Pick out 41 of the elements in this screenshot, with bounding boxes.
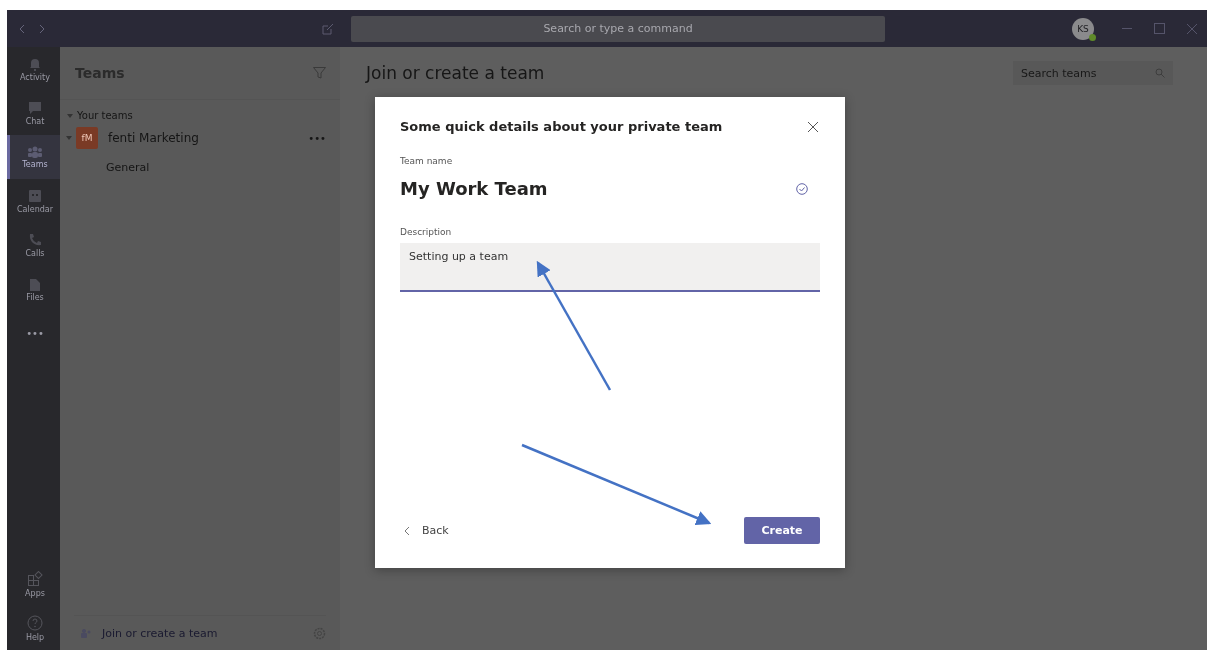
rail-item[interactable]: Calls xyxy=(7,223,60,267)
maximize-icon[interactable] xyxy=(1154,23,1165,34)
page-title: Join or create a team xyxy=(366,63,545,83)
field-label: Team name xyxy=(400,156,454,166)
rail-item[interactable]: Apps xyxy=(7,562,60,606)
apps-icon xyxy=(27,570,43,587)
description-field[interactable]: Setting up a team xyxy=(400,243,820,292)
team-name-field[interactable]: My Work Team xyxy=(400,178,548,199)
avatar[interactable]: KS xyxy=(1072,17,1094,40)
section-label: Your teams xyxy=(77,110,133,121)
team-name: fenti Marketing xyxy=(108,131,200,145)
status-dot xyxy=(1089,33,1096,41)
caret-icon[interactable] xyxy=(67,113,73,118)
caret-icon[interactable] xyxy=(66,135,72,141)
help-icon xyxy=(27,614,43,631)
create-button[interactable]: Create xyxy=(744,517,820,544)
team-item[interactable]: fM fenti Marketing ••• xyxy=(60,121,340,149)
close-icon[interactable] xyxy=(808,121,818,132)
bell-icon xyxy=(28,56,42,71)
dialog-title: Some quick details about your private team xyxy=(400,119,723,134)
rail-item[interactable]: Activity xyxy=(7,47,60,91)
rail-item[interactable]: Calendar xyxy=(7,179,60,223)
rail-item[interactable]: Help xyxy=(7,606,60,650)
command-search-field[interactable]: Search or type a command xyxy=(351,15,885,42)
search-icon xyxy=(1155,68,1165,78)
rail-item[interactable]: Chat xyxy=(7,91,60,135)
rail-item[interactable]: Files xyxy=(7,267,60,311)
phone-icon xyxy=(28,232,42,247)
compose-icon[interactable] xyxy=(322,22,334,35)
rail-item[interactable]: ••• xyxy=(7,311,60,355)
people-icon xyxy=(27,145,43,158)
minimize-icon[interactable] xyxy=(1122,27,1132,30)
file-icon xyxy=(29,276,41,291)
chevron-left-icon xyxy=(404,525,410,536)
team-avatar: fM xyxy=(76,127,98,149)
rail-item[interactable]: Teams xyxy=(7,135,60,179)
filter-icon[interactable] xyxy=(313,67,326,79)
calendar-icon xyxy=(28,188,42,203)
chat-icon xyxy=(28,100,42,115)
back-button[interactable]: Back xyxy=(400,524,453,537)
field-label: Description xyxy=(400,227,453,237)
